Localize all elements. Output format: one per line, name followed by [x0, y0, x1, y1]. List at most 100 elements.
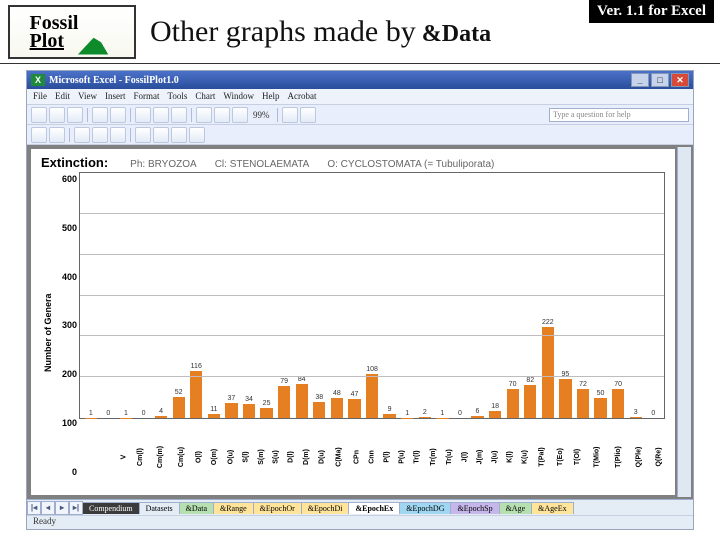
bar: 1	[398, 173, 416, 418]
toolbar-1[interactable]: 99% Type a question for help	[27, 105, 693, 125]
bar: 1	[117, 173, 135, 418]
toolbar-button[interactable]	[110, 107, 126, 123]
slide-title-prefix: Other graphs made by	[150, 15, 416, 49]
worksheet-area: Extinction: Ph: BRYOZOA Cl: STENOLAEMATA…	[27, 145, 693, 499]
sheet-tab[interactable]: &Range	[213, 502, 254, 514]
sheet-tab[interactable]: &EpochOr	[253, 502, 302, 514]
bar-value-label: 82	[521, 377, 539, 384]
bar-value-label: 18	[486, 403, 504, 410]
menu-item[interactable]: Edit	[55, 91, 70, 102]
window-title: Microsoft Excel - FossilPlot1.0	[49, 75, 179, 86]
toolbar-button[interactable]	[153, 107, 169, 123]
toolbar-button[interactable]	[300, 107, 316, 123]
sheet-tab[interactable]: &AgeEx	[531, 502, 573, 514]
tab-nav-prev-icon[interactable]: ◂	[41, 501, 55, 515]
sheet-tab[interactable]: &EpochDG	[399, 502, 451, 514]
toolbar-button[interactable]	[171, 127, 187, 143]
bar-value-label: 0	[135, 410, 153, 417]
bar-value-label: 34	[240, 396, 258, 403]
sheet-tab[interactable]: &EpochSp	[450, 502, 499, 514]
fossilplot-logo: Fossil Plot	[8, 5, 136, 59]
menu-item[interactable]: Format	[133, 91, 159, 102]
sheet-tab-strip[interactable]: |◂ ◂ ▸ ▸| CompendiumDatasets&Data&Range&…	[27, 499, 693, 515]
y-tick: 200	[62, 369, 77, 379]
toolbar-button[interactable]	[153, 127, 169, 143]
sheet-tab[interactable]: &EpochDi	[301, 502, 350, 514]
toolbar-button[interactable]	[74, 127, 90, 143]
toolbar-button[interactable]	[135, 127, 151, 143]
bar-value-label: 108	[363, 366, 381, 373]
toolbar-button[interactable]	[214, 107, 230, 123]
toolbar-button[interactable]	[92, 107, 108, 123]
toolbar-button[interactable]	[31, 107, 47, 123]
menu-item[interactable]: Acrobat	[288, 91, 317, 102]
bar: 70	[504, 173, 522, 418]
toolbar-button[interactable]	[135, 107, 151, 123]
window-titlebar[interactable]: X Microsoft Excel - FossilPlot1.0 _ □ ✕	[27, 71, 693, 89]
bar-value-label: 0	[100, 410, 118, 417]
bar-value-label: 4	[152, 408, 170, 415]
menu-item[interactable]: Insert	[105, 91, 126, 102]
tab-nav-last-icon[interactable]: ▸|	[69, 501, 83, 515]
sheet-tab[interactable]: &EpochEx	[348, 502, 400, 514]
tab-nav-first-icon[interactable]: |◂	[27, 501, 41, 515]
y-tick: 500	[62, 223, 77, 233]
menu-item[interactable]: View	[78, 91, 97, 102]
toolbar-button[interactable]	[232, 107, 248, 123]
tab-nav-next-icon[interactable]: ▸	[55, 501, 69, 515]
bar: 37	[223, 173, 241, 418]
sheet-tab[interactable]: Datasets	[139, 502, 180, 514]
bar-value-label: 37	[223, 395, 241, 402]
tab-nav-buttons[interactable]: |◂ ◂ ▸ ▸|	[27, 501, 83, 515]
chart-title-label: Extinction:	[41, 155, 108, 170]
help-search-input[interactable]: Type a question for help	[549, 108, 689, 122]
status-bar: Ready	[27, 515, 693, 529]
bar: 0	[100, 173, 118, 418]
toolbar-2[interactable]	[27, 125, 693, 145]
toolbar-button[interactable]	[171, 107, 187, 123]
menubar[interactable]: File Edit View Insert Format Tools Chart Window…	[27, 89, 693, 105]
bar-value-label: 1	[117, 410, 135, 417]
excel-window: X Microsoft Excel - FossilPlot1.0 _ □ ✕ …	[26, 70, 694, 530]
bar: 0	[135, 173, 153, 418]
menu-item[interactable]: File	[33, 91, 47, 102]
maximize-button[interactable]: □	[651, 73, 669, 87]
bar-value-label: 0	[451, 410, 469, 417]
toolbar-button[interactable]	[49, 127, 65, 143]
x-axis-ticks: VCm(l)Cm(m)Cm(u)O(l)O(m)O(u)S(l)S(m)S(u)…	[79, 435, 665, 493]
toolbar-button[interactable]	[196, 107, 212, 123]
menu-item[interactable]: Chart	[195, 91, 215, 102]
menu-item[interactable]: Tools	[167, 91, 187, 102]
excel-icon: X	[31, 74, 45, 86]
menu-item[interactable]: Help	[262, 91, 280, 102]
toolbar-button[interactable]	[67, 107, 83, 123]
zoom-label[interactable]: 99%	[253, 110, 270, 120]
bar-value-label: 38	[311, 394, 329, 401]
bar: 1	[434, 173, 452, 418]
bar-value-label: 1	[82, 410, 100, 417]
toolbar-button[interactable]	[49, 107, 65, 123]
toolbar-button[interactable]	[31, 127, 47, 143]
menu-item[interactable]: Window	[223, 91, 254, 102]
x-tick: Q(Re)	[656, 447, 714, 466]
chart-object[interactable]: Extinction: Ph: BRYOZOA Cl: STENOLAEMATA…	[31, 149, 675, 495]
sheet-tab[interactable]: Compendium	[82, 502, 140, 514]
bar: 0	[645, 173, 663, 418]
bar-value-label: 79	[275, 378, 293, 385]
bar-value-label: 25	[258, 400, 276, 407]
bar: 2	[416, 173, 434, 418]
toolbar-button[interactable]	[282, 107, 298, 123]
toolbar-button[interactable]	[92, 127, 108, 143]
bar: 116	[187, 173, 205, 418]
logo-line-2: Plot	[30, 30, 64, 52]
bar: 95	[557, 173, 575, 418]
toolbar-button[interactable]	[189, 127, 205, 143]
sheet-tab[interactable]: &Data	[179, 502, 214, 514]
toolbar-button[interactable]	[110, 127, 126, 143]
minimize-button[interactable]: _	[631, 73, 649, 87]
close-button[interactable]: ✕	[671, 73, 689, 87]
slide-brand: &Data	[422, 21, 491, 48]
vertical-scrollbar[interactable]	[677, 147, 691, 497]
bar-value-label: 11	[205, 406, 223, 413]
sheet-tab[interactable]: &Age	[499, 502, 533, 514]
